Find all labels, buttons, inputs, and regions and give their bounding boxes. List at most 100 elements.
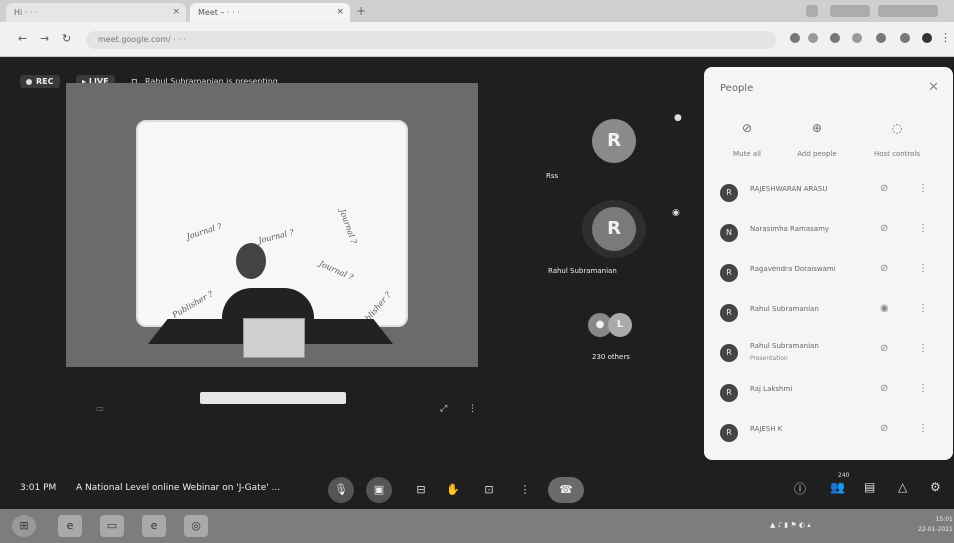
camera-toggle-button[interactable]: ▣: [366, 477, 392, 503]
people-panel: People ✕ ⊘ Mute all ⊕ Add people ◌ Host …: [704, 67, 953, 460]
rec-badge: REC: [20, 75, 60, 88]
browser-tab-active[interactable]: Meet – · · · ×: [190, 3, 350, 22]
people-title: People: [720, 83, 754, 94]
speaking-indicator-icon: ◉: [672, 208, 680, 218]
extension-icon[interactable]: [830, 33, 840, 43]
mic-off-icon: ⊘: [741, 121, 753, 135]
os-taskbar: ⊞ e ▭ e ◎ ▲ ♪ ▮ ⚑ ◐ ▴ 15:01 22-01-2021: [0, 509, 954, 543]
maximize-button[interactable]: [878, 5, 938, 17]
host-controls-button[interactable]: ◌ Host controls: [862, 121, 932, 160]
list-item[interactable]: R Raj Lakshmi ⊘ ⋮: [704, 374, 953, 412]
address-bar-row: ← → ↻ meet.google.com/ · · · ⋮: [0, 22, 954, 57]
mic-off-icon[interactable]: ⊘: [880, 383, 888, 394]
action-label: Mute all: [733, 150, 761, 158]
new-tab-button[interactable]: +: [356, 4, 366, 18]
host-controls-icon[interactable]: ⚙: [930, 480, 941, 494]
system-date: 22-01-2021: [918, 526, 953, 533]
chrome-icon[interactable]: ◎: [184, 515, 208, 537]
camera-off-icon: ▣: [373, 483, 385, 496]
profile-icon[interactable]: [806, 5, 818, 17]
mute-all-button[interactable]: ⊘ Mute all: [712, 121, 782, 160]
menu-kebab-icon[interactable]: ⋮: [940, 31, 951, 44]
chat-icon[interactable]: ▤: [864, 480, 875, 494]
star-icon[interactable]: [808, 33, 818, 43]
reload-icon[interactable]: ↻: [62, 32, 71, 45]
extension-icon[interactable]: [852, 33, 862, 43]
mic-off-icon[interactable]: ⊘: [880, 183, 888, 194]
avatar-initial: R: [607, 218, 621, 239]
people-icon[interactable]: 👥: [830, 480, 845, 494]
start-button[interactable]: ⊞: [12, 515, 36, 537]
list-item[interactable]: R Ragavendra Doraiswami ⊘ ⋮: [704, 254, 953, 292]
person-name: Ragavendra Doraiswami: [750, 265, 836, 273]
browser-tab[interactable]: Hi · · · ×: [6, 3, 186, 22]
mic-off-icon[interactable]: ⊘: [880, 223, 888, 234]
mic-off-icon[interactable]: ⊘: [880, 263, 888, 274]
record-dot-icon: [26, 78, 32, 85]
mic-off-icon[interactable]: ⊘: [880, 423, 888, 434]
mic-off-icon[interactable]: ⊘: [880, 343, 888, 354]
list-item[interactable]: R Rahul Subramanian ◉ ⋮: [704, 294, 953, 332]
close-icon[interactable]: ✕: [928, 80, 939, 95]
close-icon[interactable]: ×: [336, 7, 344, 17]
list-item[interactable]: R Rahul Subramanian Presentation ⊘ ⋮: [704, 334, 953, 372]
url-field[interactable]: meet.google.com/ · · ·: [86, 31, 776, 49]
clock: 3:01 PM: [20, 483, 57, 493]
shield-icon: ◌: [891, 121, 903, 135]
end-call-icon: ☎: [559, 483, 573, 496]
more-vert-icon[interactable]: ⋮: [918, 423, 928, 434]
avatar: R: [720, 384, 738, 402]
system-tray[interactable]: ▲ ♪ ▮ ⚑ ◐ ▴: [770, 521, 811, 529]
back-arrow-icon[interactable]: ←: [18, 32, 27, 45]
add-person-icon: ⊕: [811, 121, 823, 135]
more-vert-icon[interactable]: ⋮: [918, 223, 928, 234]
tab-title: Hi · · ·: [14, 8, 38, 17]
avatar: R: [720, 304, 738, 322]
list-item[interactable]: R RAJESH K ⊘ ⋮: [704, 414, 953, 452]
internet-explorer-icon[interactable]: e: [58, 515, 82, 537]
activities-icon[interactable]: △: [898, 480, 907, 494]
raise-hand-button[interactable]: ✋: [442, 477, 464, 503]
file-explorer-icon[interactable]: ▭: [100, 515, 124, 537]
close-icon[interactable]: ×: [172, 7, 180, 17]
more-vert-icon[interactable]: ⋮: [918, 343, 928, 354]
more-vert-icon[interactable]: ⋮: [918, 183, 928, 194]
forward-arrow-icon[interactable]: →: [40, 32, 49, 45]
action-label: Add people: [797, 150, 837, 158]
avatar: R: [592, 207, 636, 251]
mic-toggle-button[interactable]: 🎙: [328, 477, 354, 503]
more-vert-icon[interactable]: ⋮: [918, 303, 928, 314]
participant-count: 240: [838, 472, 850, 479]
person-name: RAJESH K: [750, 425, 783, 433]
person-name: Rahul Subramanian: [750, 342, 819, 350]
watermark: ▭: [96, 404, 104, 413]
leave-call-button[interactable]: ☎: [548, 477, 584, 503]
captions-icon: ⊟: [416, 483, 426, 496]
extension-icon[interactable]: [876, 33, 886, 43]
more-options-button[interactable]: ⋮: [514, 477, 536, 503]
system-clock[interactable]: 15:01 22-01-2021: [918, 515, 953, 535]
captions-button[interactable]: ⊟: [410, 477, 432, 503]
expand-icon[interactable]: ⤢: [440, 404, 447, 414]
rec-label: REC: [36, 77, 54, 86]
add-people-button[interactable]: ⊕ Add people: [782, 121, 852, 160]
info-icon[interactable]: ⓘ: [794, 480, 806, 497]
more-vert-icon[interactable]: ⋮: [918, 263, 928, 274]
list-item[interactable]: R RAJESHWARAN ARASU ⊘ ⋮: [704, 174, 953, 212]
present-button[interactable]: ⊡: [478, 477, 500, 503]
person-name: Rahul Subramanian: [750, 305, 819, 313]
pin-icon[interactable]: ●: [674, 113, 682, 123]
meeting-controls-bar: 3:01 PM A National Level online Webinar …: [0, 470, 954, 508]
extension-icon[interactable]: [900, 33, 910, 43]
avatar[interactable]: [922, 33, 932, 43]
avatar-initial: R: [607, 130, 621, 151]
speaking-indicator-icon[interactable]: ◉: [880, 303, 889, 314]
avatar-initial: L: [616, 319, 624, 330]
system-time: 15:01: [935, 516, 953, 523]
more-vert-icon[interactable]: ⋮: [918, 383, 928, 394]
internet-explorer-icon[interactable]: e: [142, 515, 166, 537]
list-item[interactable]: N Narasimha Ramasamy ⊘ ⋮: [704, 214, 953, 252]
more-vert-icon[interactable]: ⋮: [468, 404, 477, 414]
minimize-button[interactable]: [830, 5, 870, 17]
camera-icon[interactable]: [790, 33, 800, 43]
